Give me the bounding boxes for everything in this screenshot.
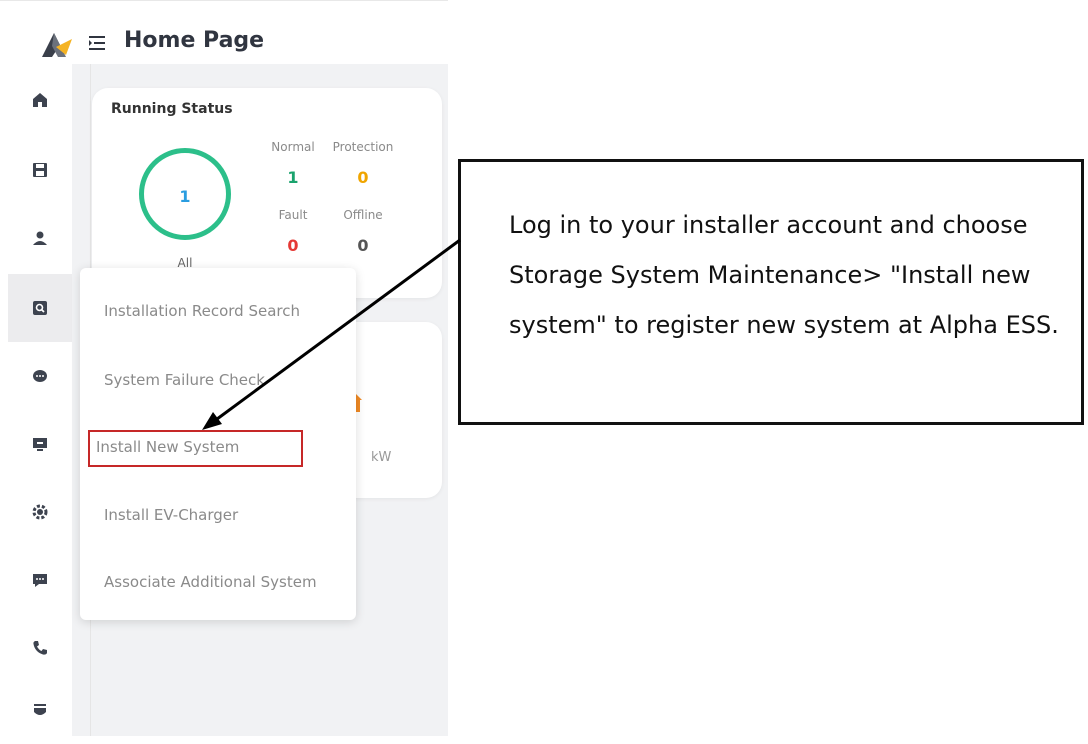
sidebar-item-messages[interactable] (8, 546, 72, 614)
gear-icon (32, 504, 48, 520)
sidebar-item-user[interactable] (8, 204, 72, 272)
sidebar-item-chat[interactable] (8, 342, 72, 410)
alpha-ess-logo[interactable] (38, 29, 74, 59)
stat-value-offline: 0 (357, 236, 369, 255)
power-unit: kW (371, 450, 392, 465)
menu-item-installation-record-search[interactable]: Installation Record Search (104, 302, 300, 320)
menu-fold-icon[interactable] (88, 34, 106, 52)
stat-value-normal: 1 (287, 168, 299, 187)
sidebar-item-settings[interactable] (8, 478, 72, 546)
phone-icon (33, 641, 47, 655)
user-icon (33, 231, 47, 245)
instruction-callout: Log in to your installer account and cho… (458, 159, 1084, 425)
stat-label-offline: Offline (343, 208, 383, 222)
app-window: Home Page Running Status 1 All Normal 1 … (0, 0, 448, 736)
sidebar-item-more[interactable] (8, 676, 72, 744)
search-doc-icon (33, 301, 47, 315)
sidebar-item-maintenance[interactable] (8, 274, 72, 342)
card-title: Running Status (111, 101, 233, 117)
sidebar-item-home[interactable] (8, 66, 72, 134)
sidebar (0, 64, 72, 736)
message-icon (33, 574, 47, 587)
menu-item-associate-additional-system[interactable]: Associate Additional System (104, 573, 317, 591)
save-icon (33, 163, 47, 177)
running-status-card: Running Status 1 All Normal 1 Protection… (92, 88, 442, 298)
menu-item-install-ev-charger[interactable]: Install EV-Charger (104, 506, 238, 524)
callout-text: Log in to your installer account and cho… (509, 211, 1059, 339)
total-count: 1 (179, 187, 191, 206)
shield-icon (34, 704, 46, 715)
sidebar-item-phone[interactable] (8, 614, 72, 682)
stat-value-protection: 0 (357, 168, 369, 187)
sidebar-item-save[interactable] (8, 136, 72, 204)
stat-label-fault: Fault (278, 208, 308, 222)
page-title: Home Page (124, 28, 265, 53)
chat-bubble-icon (33, 370, 47, 382)
highlight-install-new-system (88, 430, 303, 467)
home-icon (33, 93, 47, 107)
stat-label-normal: Normal (271, 140, 315, 154)
sidebar-item-monitor[interactable] (8, 410, 72, 478)
monitor-icon (33, 438, 47, 451)
stat-value-fault: 0 (287, 236, 299, 255)
top-bar: Home Page (0, 0, 448, 65)
stat-label-protection: Protection (332, 140, 394, 154)
menu-item-system-failure-check[interactable]: System Failure Check (104, 371, 265, 389)
